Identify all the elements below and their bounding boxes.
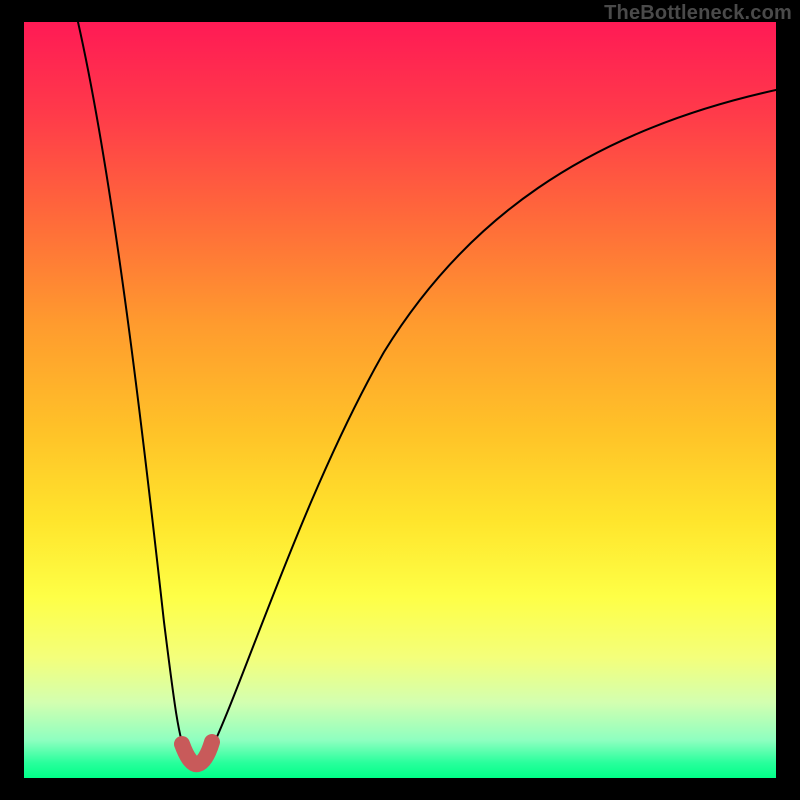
watermark-text: TheBottleneck.com [604,2,792,25]
optimal-range-marker [182,742,212,764]
bottleneck-curve [78,22,776,764]
bottleneck-chart-svg [24,22,776,778]
chart-frame [24,22,776,778]
